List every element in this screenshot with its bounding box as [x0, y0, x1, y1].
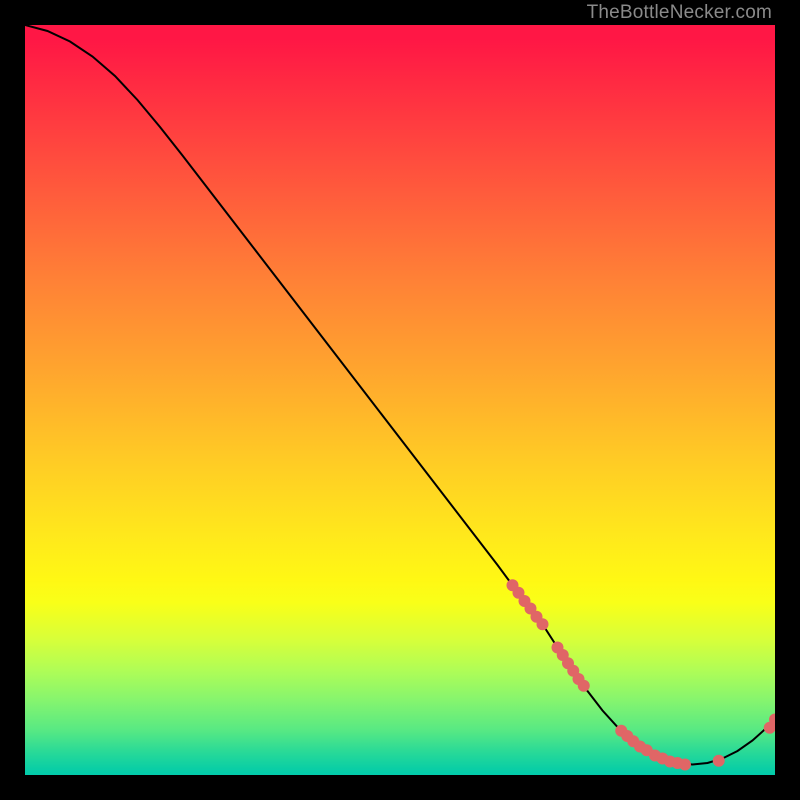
chart-marker [578, 680, 590, 692]
chart-markers [507, 579, 776, 770]
chart-svg-overlay [25, 25, 775, 775]
chart-curve [25, 25, 775, 765]
chart-marker [537, 618, 549, 630]
chart-plot-area [25, 25, 775, 775]
chart-marker [713, 755, 725, 767]
chart-marker [679, 759, 691, 771]
watermark-text: TheBottleNecker.com [587, 2, 772, 24]
